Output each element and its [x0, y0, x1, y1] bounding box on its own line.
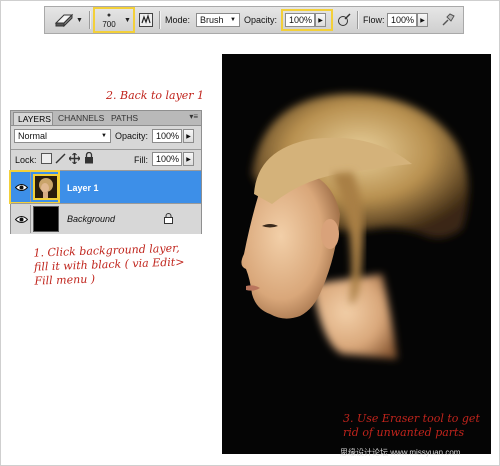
- layer-thumbnail: [33, 206, 59, 232]
- airbrush-icon: [442, 13, 455, 26]
- chevron-down-icon: ▼: [76, 16, 83, 24]
- layer-name: Layer 1: [67, 182, 99, 193]
- canvas-photo: [222, 54, 491, 454]
- lock-label: Lock:: [15, 155, 37, 165]
- woman-profile-image: [222, 54, 491, 454]
- pressure-opacity-toggle[interactable]: [337, 7, 351, 33]
- layer-opacity-input[interactable]: 100%: [152, 129, 182, 143]
- layer-row-background[interactable]: Background: [11, 203, 201, 234]
- opacity-highlight: [281, 9, 333, 31]
- opacity-label: Opacity:: [244, 15, 278, 25]
- blend-mode-select[interactable]: Normal ▼: [14, 129, 111, 143]
- layer-opacity-value: 100%: [156, 131, 180, 141]
- chevron-down-icon: ▼: [230, 17, 236, 23]
- mode-value: Brush: [200, 15, 224, 25]
- watermark-text: 思缘设计论坛 www.missyuan.com: [340, 448, 461, 457]
- airbrush-toggle[interactable]: [441, 7, 455, 33]
- visibility-toggle[interactable]: [13, 205, 31, 233]
- lock-image-icon[interactable]: [55, 153, 66, 164]
- mode-label: Mode:: [165, 15, 191, 25]
- eraser-icon: [54, 13, 74, 27]
- tool-preset-picker[interactable]: ▼: [53, 7, 84, 33]
- divider: [159, 11, 161, 29]
- tablet-pressure-icon: [338, 13, 351, 26]
- tab-channels[interactable]: CHANNELS: [54, 112, 104, 125]
- annotation-step-1: 1. Click background layer, fill it with …: [33, 241, 185, 288]
- flow-slider-toggle[interactable]: ▶: [417, 13, 428, 27]
- tool-options-bar: ▼ ● 700 ▼ Mode: Brush ▼ Opacity: 100% ▶: [44, 6, 464, 34]
- flow-input[interactable]: 100%: [387, 13, 417, 27]
- brush-panel-toggle[interactable]: [139, 7, 153, 33]
- lock-position-icon[interactable]: [69, 153, 80, 164]
- layer-opacity-label: Opacity:: [115, 131, 149, 141]
- fill-input[interactable]: 100%: [152, 152, 182, 166]
- layer-name: Background: [67, 214, 116, 224]
- fill-slider-toggle[interactable]: ▶: [183, 152, 194, 166]
- lock-icon: [164, 213, 173, 224]
- flow-label: Flow:: [363, 15, 385, 25]
- flow-value: 100%: [391, 15, 415, 25]
- layer-opacity-slider-toggle[interactable]: ▶: [183, 129, 194, 143]
- blend-mode-value: Normal: [18, 131, 48, 141]
- fill-label: Fill:: [134, 155, 148, 165]
- panel-tabs: LAYERS CHANNELS PATHS ▾≡: [11, 111, 201, 126]
- chevron-right-icon: ▶: [420, 17, 425, 24]
- annotation-step-2: 2. Back to layer 1: [106, 89, 205, 102]
- mode-select[interactable]: Brush ▼: [196, 13, 240, 27]
- tab-paths[interactable]: PATHS: [107, 112, 147, 125]
- annotation-step-3: 3. Use Eraser tool to get rid of unwante…: [343, 412, 480, 439]
- panel-menu-icon[interactable]: ▾≡: [189, 112, 198, 121]
- lock-all-icon[interactable]: [84, 152, 94, 164]
- chevron-right-icon: ▶: [186, 133, 191, 140]
- tab-layers[interactable]: LAYERS: [13, 112, 53, 125]
- chevron-right-icon: ▶: [186, 156, 191, 163]
- brush-size-highlight: [93, 7, 135, 33]
- layer-thumbnail-highlight: [9, 170, 60, 204]
- divider: [357, 11, 359, 29]
- eye-icon: [15, 215, 28, 223]
- divider: [89, 11, 91, 29]
- fill-value: 100%: [156, 154, 180, 164]
- lock-transparency-icon[interactable]: [41, 153, 52, 164]
- layers-panel: LAYERS CHANNELS PATHS ▾≡ Normal ▼ Opacit…: [9, 110, 202, 234]
- brush-panel-icon: [139, 13, 153, 27]
- chevron-down-icon: ▼: [101, 133, 107, 139]
